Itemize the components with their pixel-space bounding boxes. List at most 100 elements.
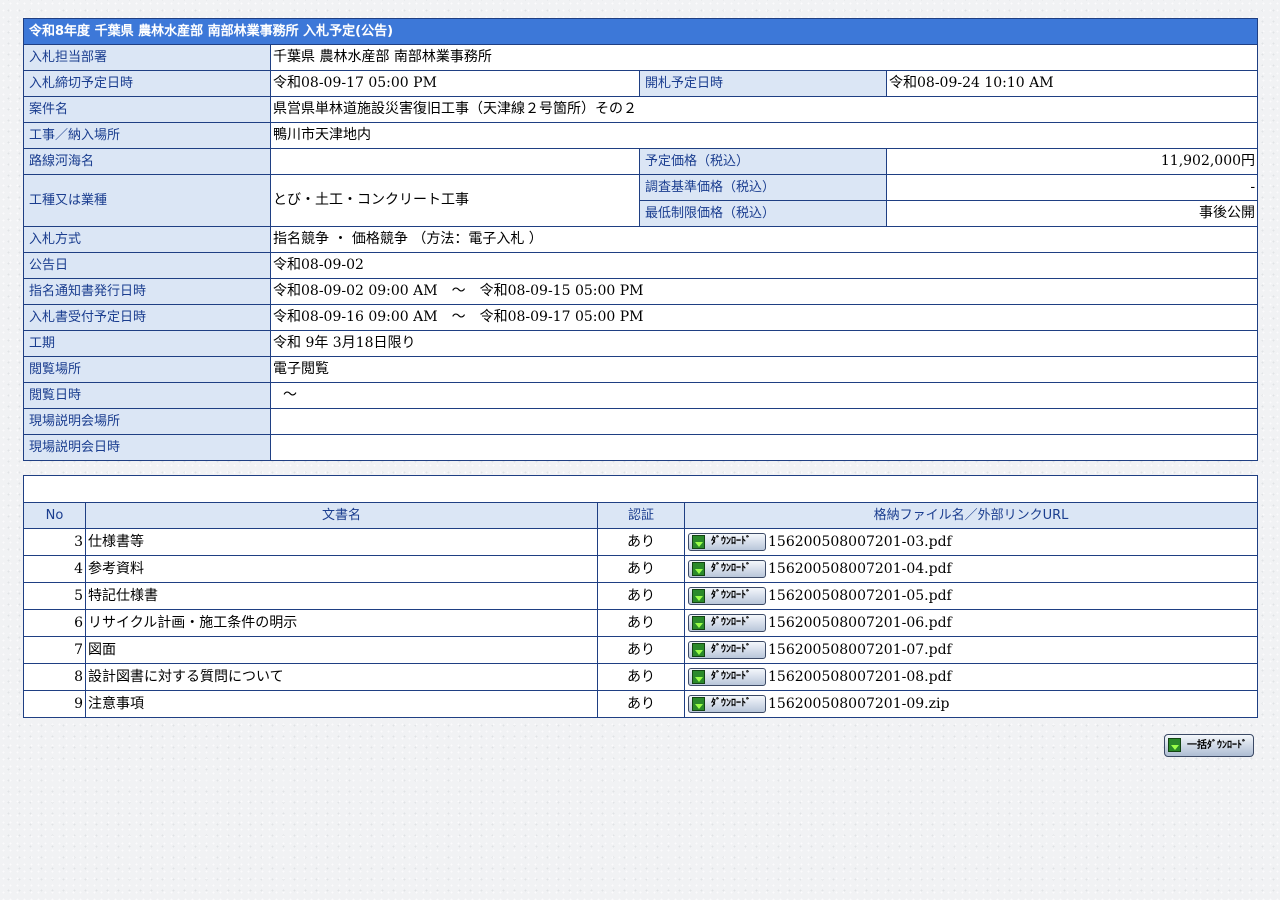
download-button[interactable]: ﾀﾞｳﾝﾛｰﾄﾞ	[688, 560, 766, 578]
case-label: 案件名	[23, 96, 271, 123]
doc-name: 仕様書等	[85, 528, 598, 556]
doc-no: 4	[23, 555, 86, 583]
table-row: 9 注意事項 あり ﾀﾞｳﾝﾛｰﾄﾞ 156200508007201-09.zip	[23, 690, 1259, 718]
table-row: 7 図面 あり ﾀﾞｳﾝﾛｰﾄﾞ 156200508007201-07.pdf	[23, 636, 1259, 664]
notice-value: 令和08-09-02	[269, 252, 1259, 279]
download-arrow-icon	[1168, 738, 1181, 752]
download-arrow-icon	[692, 562, 705, 576]
type-label: 工種又は業種	[23, 174, 271, 227]
bulk-download-label: 一括ﾀﾞｳﾝﾛｰﾄﾞ	[1187, 740, 1247, 751]
dept-label: 入札担当部署	[23, 44, 271, 71]
site-place-label: 現場説明会場所	[23, 408, 271, 435]
download-button[interactable]: ﾀﾞｳﾝﾛｰﾄﾞ	[688, 695, 766, 713]
download-label: ﾀﾞｳﾝﾛｰﾄﾞ	[711, 536, 751, 547]
col-auth-header: 認証	[597, 502, 685, 529]
planned-price-value: 11,902,000円	[885, 148, 1259, 175]
doc-auth: あり	[597, 636, 685, 664]
place-value: 鴨川市天津地内	[269, 122, 1259, 149]
doc-auth: あり	[597, 528, 685, 556]
dept-value: 千葉県 農林水産部 南部林業事務所	[269, 44, 1259, 71]
doc-file-cell: ﾀﾞｳﾝﾛｰﾄﾞ 156200508007201-08.pdf	[683, 663, 1259, 691]
doc-auth: あり	[597, 582, 685, 610]
table-row: 8 設計図書に対する質問について あり ﾀﾞｳﾝﾛｰﾄﾞ 156200508007201…	[23, 663, 1259, 691]
doc-auth: あり	[597, 609, 685, 637]
min-price-value: 事後公開	[885, 200, 1259, 227]
period-value: 令和 9年 3月18日限り	[269, 330, 1259, 357]
doc-name: 設計図書に対する質問について	[85, 663, 598, 691]
doc-auth: あり	[597, 690, 685, 718]
col-file-header: 格納ファイル名／外部リンクURL	[683, 502, 1259, 529]
receipt-label: 入札書受付予定日時	[23, 304, 271, 331]
download-button[interactable]: ﾀﾞｳﾝﾛｰﾄﾞ	[688, 614, 766, 632]
download-arrow-icon	[692, 643, 705, 657]
table-row: 5 特記仕様書 あり ﾀﾞｳﾝﾛｰﾄﾞ 156200508007201-05.pdf	[23, 582, 1259, 610]
site-date-value	[269, 434, 1259, 461]
bid-info-table: 令和8年度 千葉県 農林水産部 南部林業事務所 入札予定(公告) 入札担当部署 …	[22, 18, 1259, 461]
table-row: 6 リサイクル計画・施工条件の明示 あり ﾀﾞｳﾝﾛｰﾄﾞ 15620050800720…	[23, 609, 1259, 637]
doc-file-name: 156200508007201-08.pdf	[768, 669, 952, 685]
download-button[interactable]: ﾀﾞｳﾝﾛｰﾄﾞ	[688, 587, 766, 605]
download-button[interactable]: ﾀﾞｳﾝﾛｰﾄﾞ	[688, 641, 766, 659]
doc-no: 5	[23, 582, 86, 610]
nomination-label: 指名通知書発行日時	[23, 278, 271, 305]
nomination-value: 令和08-09-02 09:00 AM ～ 令和08-09-15 05:00 P…	[269, 278, 1259, 305]
documents-table: 説明文書等 No 文書名 認証 格納ファイル名／外部リンクURL 3 仕様書等 あり…	[22, 475, 1259, 718]
documents-title: 説明文書等	[22, 475, 1259, 503]
site-place-value	[269, 408, 1259, 435]
place-label: 工事／納入場所	[23, 122, 271, 149]
download-label: ﾀﾞｳﾝﾛｰﾄﾞ	[711, 671, 751, 682]
documents-rows: 3 仕様書等 あり ﾀﾞｳﾝﾛｰﾄﾞ 156200508007201-03.pdf 4 参考…	[23, 528, 1259, 718]
doc-file-name: 156200508007201-04.pdf	[768, 561, 952, 577]
case-value: 県営県単林道施設災害復旧工事（天津線２号箇所）その２	[269, 96, 1259, 123]
download-arrow-icon	[692, 616, 705, 630]
doc-auth: あり	[597, 555, 685, 583]
download-button[interactable]: ﾀﾞｳﾝﾛｰﾄﾞ	[688, 668, 766, 686]
route-value	[270, 148, 640, 175]
download-arrow-icon	[692, 535, 705, 549]
doc-file-cell: ﾀﾞｳﾝﾛｰﾄﾞ 156200508007201-07.pdf	[683, 636, 1259, 664]
method-label: 入札方式	[23, 226, 271, 253]
opening-value: 令和08-09-24 10:10 AM	[885, 70, 1259, 97]
col-name-header: 文書名	[85, 502, 598, 529]
doc-auth: あり	[597, 663, 685, 691]
download-button[interactable]: ﾀﾞｳﾝﾛｰﾄﾞ	[688, 533, 766, 551]
route-label: 路線河海名	[23, 148, 271, 175]
notice-label: 公告日	[23, 252, 271, 279]
deadline-label: 入札締切予定日時	[23, 70, 271, 97]
type-value: とび・土工・コンクリート工事	[270, 174, 640, 227]
doc-no: 3	[23, 528, 86, 556]
doc-file-name: 156200508007201-03.pdf	[768, 534, 952, 550]
table-row: 4 参考資料 あり ﾀﾞｳﾝﾛｰﾄﾞ 156200508007201-04.pdf	[23, 555, 1259, 583]
download-label: ﾀﾞｳﾝﾛｰﾄﾞ	[711, 563, 751, 574]
col-no-header: No	[23, 502, 86, 529]
download-label: ﾀﾞｳﾝﾛｰﾄﾞ	[711, 644, 751, 655]
deadline-value: 令和08-09-17 05:00 PM	[270, 70, 640, 97]
view-date-label: 閲覧日時	[23, 382, 271, 409]
doc-name: 特記仕様書	[85, 582, 598, 610]
doc-no: 6	[23, 609, 86, 637]
doc-file-cell: ﾀﾞｳﾝﾛｰﾄﾞ 156200508007201-06.pdf	[683, 609, 1259, 637]
period-label: 工期	[23, 330, 271, 357]
doc-file-cell: ﾀﾞｳﾝﾛｰﾄﾞ 156200508007201-09.zip	[683, 690, 1259, 718]
view-date-value: ～	[269, 382, 1259, 409]
doc-file-cell: ﾀﾞｳﾝﾛｰﾄﾞ 156200508007201-03.pdf	[683, 528, 1259, 556]
doc-name: 図面	[85, 636, 598, 664]
doc-no: 9	[23, 690, 86, 718]
doc-file-name: 156200508007201-06.pdf	[768, 615, 952, 631]
doc-file-name: 156200508007201-07.pdf	[768, 642, 952, 658]
receipt-value: 令和08-09-16 09:00 AM ～ 令和08-09-17 05:00 P…	[269, 304, 1259, 331]
min-price-label: 最低制限価格（税込）	[639, 200, 887, 227]
doc-file-name: 156200508007201-05.pdf	[768, 588, 952, 604]
doc-name: 注意事項	[85, 690, 598, 718]
doc-name: 参考資料	[85, 555, 598, 583]
download-arrow-icon	[692, 670, 705, 684]
doc-no: 7	[23, 636, 86, 664]
view-place-label: 閲覧場所	[23, 356, 271, 383]
download-label: ﾀﾞｳﾝﾛｰﾄﾞ	[711, 698, 751, 709]
download-arrow-icon	[692, 697, 705, 711]
bulk-download-button[interactable]: 一括ﾀﾞｳﾝﾛｰﾄﾞ	[1164, 734, 1254, 757]
doc-file-cell: ﾀﾞｳﾝﾛｰﾄﾞ 156200508007201-04.pdf	[683, 555, 1259, 583]
download-arrow-icon	[692, 589, 705, 603]
method-value: 指名競争 ・ 価格競争 （方法：電子入札 ）	[269, 226, 1259, 253]
view-place-value: 電子閲覧	[269, 356, 1259, 383]
